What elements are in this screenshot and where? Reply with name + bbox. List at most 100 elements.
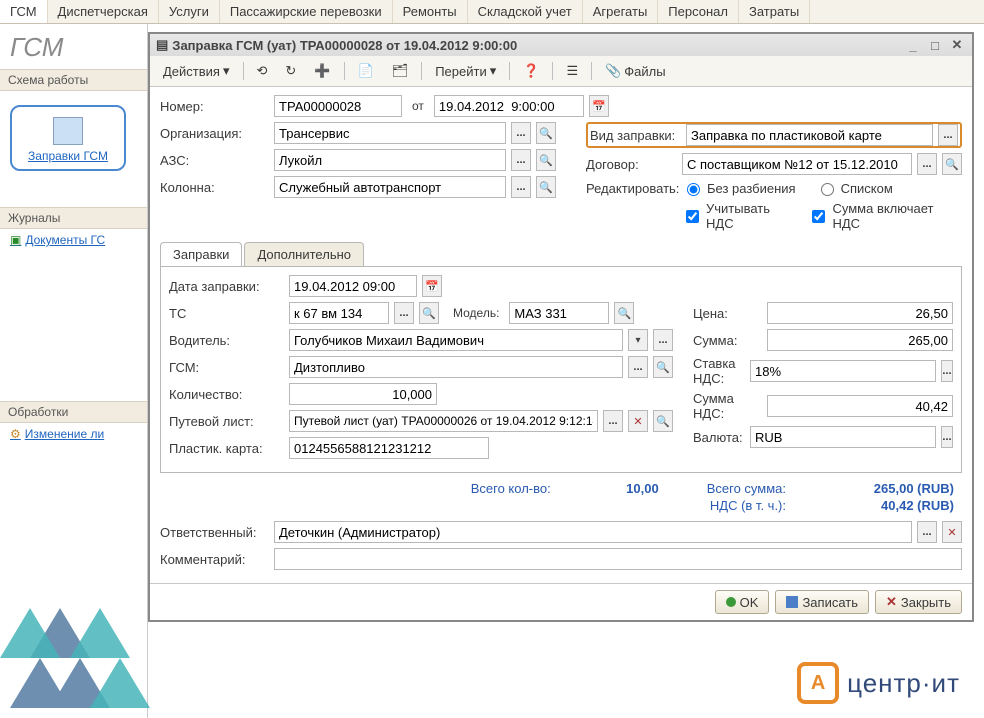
close-dialog-button[interactable]: ✕Закрыть [875, 590, 962, 614]
top-menu: ГСМ Диспетчерская Услуги Пассажирские пе… [0, 0, 984, 24]
azs-select-button[interactable] [511, 149, 531, 171]
vat-rate-field[interactable] [750, 360, 936, 382]
label-vat-sum: Сумма НДС: [693, 391, 761, 421]
waybill-select-button[interactable] [603, 410, 623, 432]
tab-additional[interactable]: Дополнительно [244, 242, 364, 266]
refuel-date-field[interactable] [289, 275, 417, 297]
total-vat-label: НДС (в т. ч.): [710, 498, 786, 513]
driver-field[interactable] [289, 329, 623, 351]
tab-refuels[interactable]: Заправки [160, 242, 242, 266]
org-select-button[interactable] [511, 122, 531, 144]
waybill-search-button[interactable] [653, 410, 673, 432]
waybill-clear-button[interactable] [628, 410, 648, 432]
refuel-date-picker[interactable] [422, 275, 442, 297]
check-vat[interactable]: Учитывать НДС [682, 201, 788, 231]
processing-change-link[interactable]: ⚙ Изменение ли [0, 423, 147, 445]
document-icon [53, 117, 83, 145]
label-refuel-date: Дата заправки: [169, 279, 283, 294]
close-icon: ✕ [886, 594, 897, 610]
tc-select-button[interactable] [394, 302, 414, 324]
basis-button[interactable]: 📄 [351, 60, 381, 82]
section-journals: Журналы [0, 207, 147, 229]
column-field[interactable] [274, 176, 506, 198]
comment-field[interactable] [274, 548, 962, 570]
doc-icon: ▣ [10, 233, 21, 247]
menu-aggregates[interactable]: Агрегаты [583, 0, 659, 23]
total-qty-label: Всего кол-во: [471, 481, 551, 496]
currency-select-button[interactable] [941, 426, 953, 448]
add-button[interactable]: ➕ [307, 60, 337, 82]
card-field[interactable] [289, 437, 489, 459]
model-search-button[interactable] [614, 302, 634, 324]
save-button[interactable]: Записать [775, 590, 869, 614]
close-button[interactable]: ✕ [948, 37, 966, 53]
refuel-type-select-button[interactable] [938, 124, 958, 146]
save-icon [786, 596, 798, 608]
label-driver: Водитель: [169, 333, 283, 348]
menu-costs[interactable]: Затраты [739, 0, 810, 23]
driver-dropdown-button[interactable] [628, 329, 648, 351]
currency-field[interactable] [750, 426, 936, 448]
schema-item-refuels[interactable]: Заправки ГСМ [10, 105, 126, 171]
price-field[interactable] [767, 302, 953, 324]
actions-dropdown[interactable]: Действия▾ [156, 60, 237, 82]
minimize-button[interactable]: _ [904, 38, 922, 53]
label-card: Пластик. карта: [169, 441, 283, 456]
gsm-select-button[interactable] [628, 356, 648, 378]
org-search-button[interactable] [536, 122, 556, 144]
goto-dropdown[interactable]: Перейти▾ [428, 60, 503, 82]
tc-search-button[interactable] [419, 302, 439, 324]
label-tc: ТС [169, 306, 283, 321]
driver-select-button[interactable] [653, 329, 673, 351]
list-button[interactable]: ☰ [559, 60, 585, 82]
maximize-button[interactable]: □ [926, 38, 944, 53]
radio-list[interactable]: Списком [816, 180, 893, 196]
responsible-field[interactable] [274, 521, 912, 543]
org-field[interactable] [274, 122, 506, 144]
menu-warehouse[interactable]: Складской учет [468, 0, 583, 23]
azs-search-button[interactable] [536, 149, 556, 171]
menu-personnel[interactable]: Персонал [658, 0, 739, 23]
contract-field[interactable] [682, 153, 912, 175]
menu-gsm[interactable]: ГСМ [0, 0, 48, 23]
gsm-search-button[interactable] [653, 356, 673, 378]
responsible-clear-button[interactable] [942, 521, 962, 543]
logo-text: центр·ит [847, 668, 960, 699]
ok-button[interactable]: OK [715, 590, 770, 614]
refuel-type-field[interactable] [686, 124, 933, 146]
menu-repairs[interactable]: Ремонты [393, 0, 468, 23]
date-field[interactable] [434, 95, 584, 117]
vat-rate-select-button[interactable] [941, 360, 953, 382]
help-button[interactable]: ❓ [516, 60, 546, 82]
post-button[interactable]: ↻ [278, 60, 303, 82]
label-vat-rate: Ставка НДС: [693, 356, 744, 386]
menu-dispatch[interactable]: Диспетчерская [48, 0, 159, 23]
check-sum-includes-vat[interactable]: Сумма включает НДС [808, 201, 948, 231]
journal-documents-link[interactable]: ▣ Документы ГС [0, 229, 147, 251]
column-select-button[interactable] [511, 176, 531, 198]
number-field[interactable] [274, 95, 402, 117]
sum-field[interactable] [767, 329, 953, 351]
contract-search-button[interactable] [942, 153, 962, 175]
menu-passenger[interactable]: Пассажирские перевозки [220, 0, 393, 23]
column-search-button[interactable] [536, 176, 556, 198]
model-field[interactable] [509, 302, 609, 324]
contract-select-button[interactable] [917, 153, 937, 175]
check-icon [726, 597, 736, 607]
azs-field[interactable] [274, 149, 506, 171]
radio-no-split[interactable]: Без разбиения [682, 180, 796, 196]
structure-button[interactable]: 🗂 [385, 60, 416, 82]
date-picker-button[interactable] [589, 95, 609, 117]
refresh-button[interactable]: ⟲ [250, 60, 275, 82]
files-button[interactable]: 📎Файлы [598, 60, 673, 82]
qty-field[interactable] [289, 383, 437, 405]
label-from: от [412, 99, 424, 113]
clip-icon: 📎 [605, 63, 621, 79]
label-waybill: Путевой лист: [169, 414, 283, 429]
tc-field[interactable] [289, 302, 389, 324]
menu-services[interactable]: Услуги [159, 0, 220, 23]
gsm-field[interactable] [289, 356, 623, 378]
responsible-select-button[interactable] [917, 521, 937, 543]
vat-sum-field[interactable] [767, 395, 953, 417]
waybill-field[interactable] [289, 410, 598, 432]
